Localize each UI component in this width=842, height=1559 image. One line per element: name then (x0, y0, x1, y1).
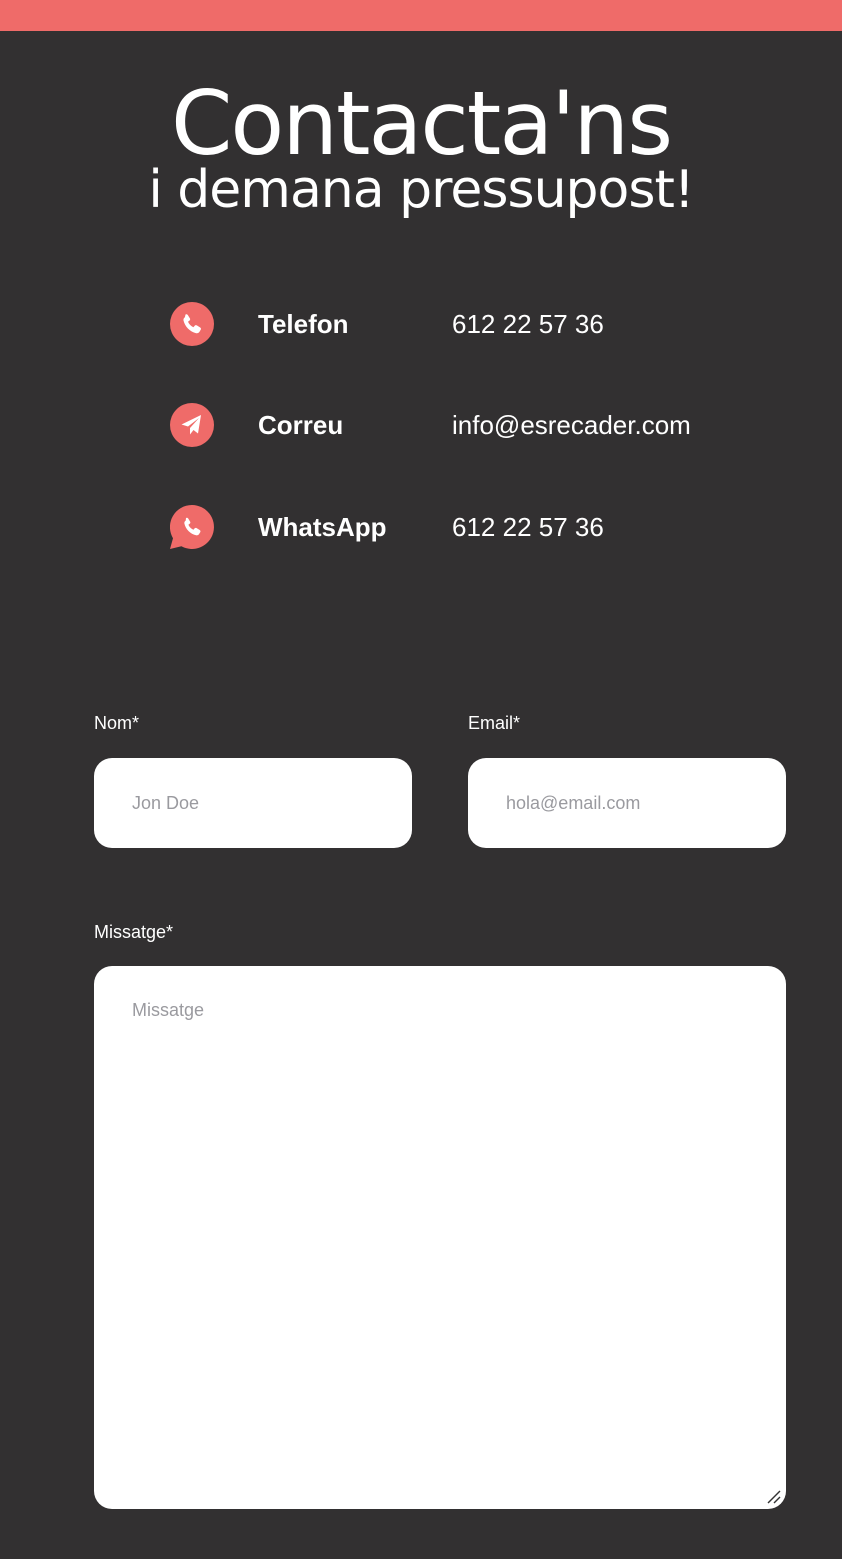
email-field-label: Email* (468, 713, 521, 733)
paper-plane-icon (170, 403, 214, 447)
message-textarea[interactable] (94, 966, 786, 1509)
resize-handle-icon[interactable] (767, 1490, 781, 1504)
name-input[interactable] (94, 758, 412, 848)
contact-row-whatsapp: WhatsApp 612 22 57 36 (170, 505, 770, 549)
contact-value-whatsapp[interactable]: 612 22 57 36 (452, 511, 604, 543)
contact-value-email[interactable]: info@esrecader.com (452, 409, 691, 441)
email-input[interactable] (468, 758, 786, 848)
whatsapp-icon (170, 505, 214, 549)
contact-label: Correu (258, 410, 344, 440)
contact-row-email: Correu info@esrecader.com (170, 403, 770, 447)
top-accent-bar (0, 0, 842, 31)
page-heading: Contacta'ns i demana pressupost! (0, 70, 842, 218)
contact-row-phone: Telefon 612 22 57 36 (170, 302, 770, 346)
phone-icon (170, 302, 214, 346)
message-field-label: Missatge* (94, 922, 174, 942)
contact-label: Telefon (258, 309, 349, 339)
contact-label: WhatsApp (258, 512, 387, 542)
name-field-label: Nom* (94, 713, 140, 733)
contact-value-phone[interactable]: 612 22 57 36 (452, 308, 604, 340)
page-subtitle: i demana pressupost! (148, 160, 694, 220)
